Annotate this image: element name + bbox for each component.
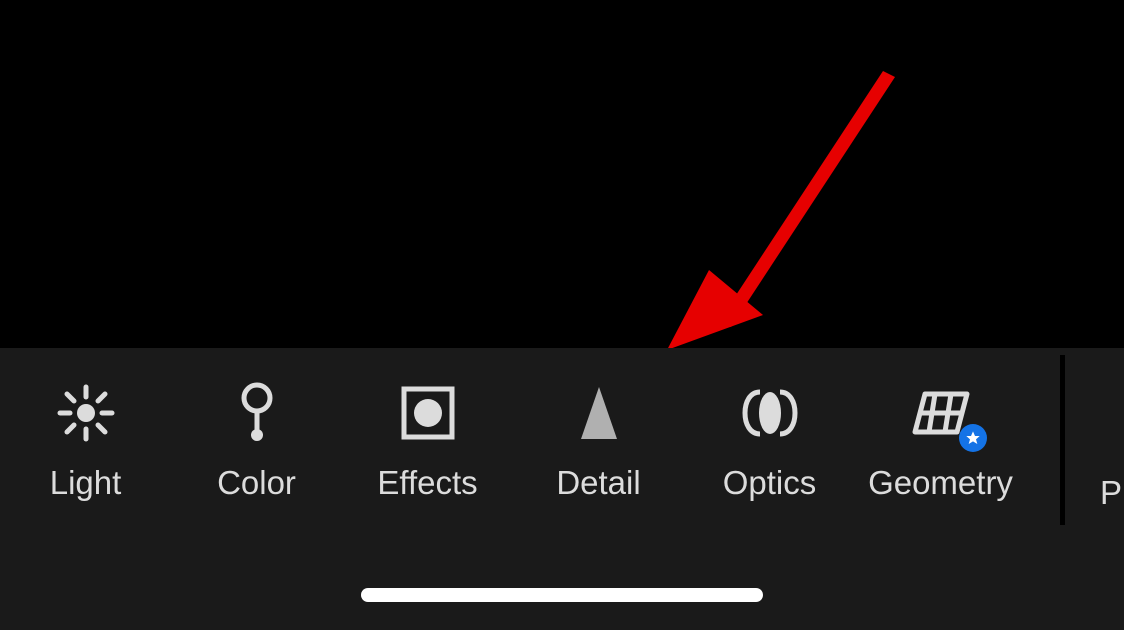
detail-icon <box>577 378 621 448</box>
tool-color[interactable]: Color <box>171 378 342 502</box>
tool-label: Pr <box>1100 474 1124 512</box>
tool-partial-next[interactable]: Pr <box>1070 348 1124 528</box>
toolbar-divider <box>1060 355 1065 525</box>
tool-geometry[interactable]: Geometry <box>855 378 1026 502</box>
tool-label: Color <box>217 464 296 502</box>
light-icon <box>54 378 118 448</box>
tool-label: Light <box>50 464 122 502</box>
color-icon <box>237 378 277 448</box>
annotation-arrow <box>655 65 915 365</box>
tool-label: Optics <box>723 464 817 502</box>
tool-label: Detail <box>556 464 640 502</box>
home-indicator[interactable] <box>361 588 763 602</box>
tool-light[interactable]: Light <box>0 378 171 502</box>
premium-badge-icon <box>959 424 987 452</box>
tool-effects[interactable]: Effects <box>342 378 513 502</box>
geometry-icon <box>911 378 971 448</box>
tool-label: Geometry <box>868 464 1013 502</box>
image-preview-area <box>0 0 1124 348</box>
tool-optics[interactable]: Optics <box>684 378 855 502</box>
optics-icon <box>742 378 798 448</box>
tool-label: Effects <box>377 464 477 502</box>
tool-detail[interactable]: Detail <box>513 378 684 502</box>
effects-icon <box>401 378 455 448</box>
tool-strip[interactable]: Light Color Effects <box>0 348 1060 528</box>
